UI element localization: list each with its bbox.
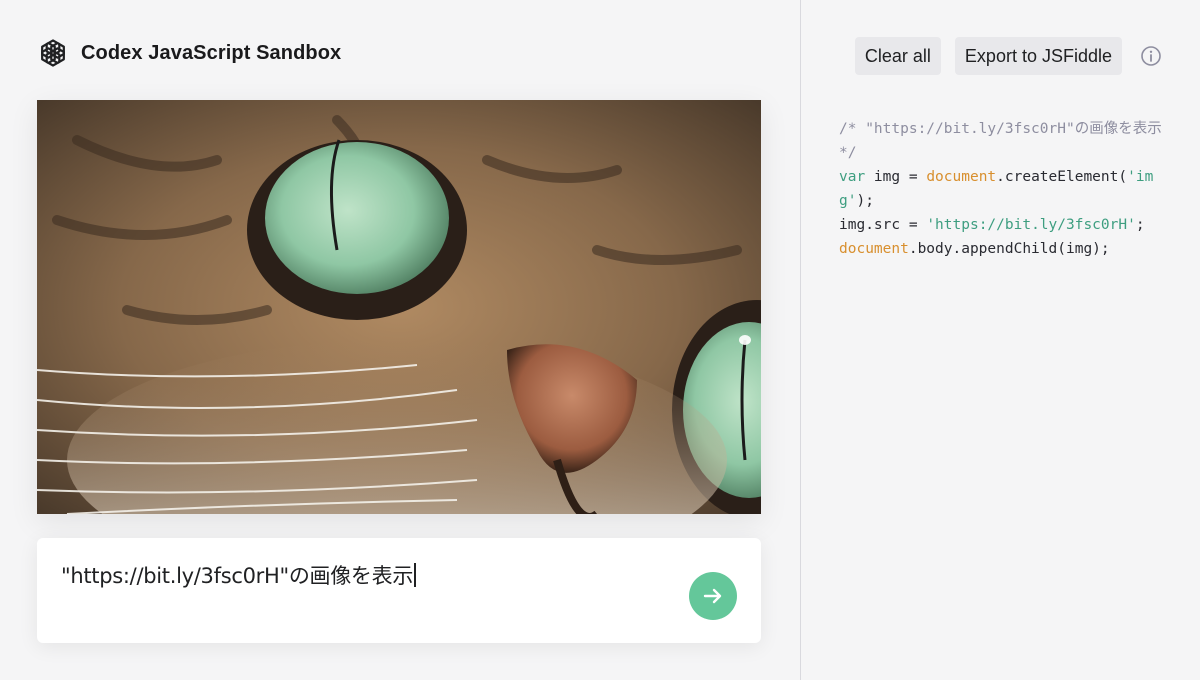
code-token: ; <box>1135 217 1145 233</box>
submit-button[interactable] <box>689 572 737 620</box>
code-token: img.src = <box>839 217 927 233</box>
code-token: .createElement( <box>996 169 1128 185</box>
code-token: img = <box>865 169 927 185</box>
cat-face-closeup-icon <box>37 100 761 514</box>
text-caret <box>414 563 416 587</box>
code-string: 'https://bit.ly/3fsc0rH' <box>926 217 1136 233</box>
openai-logo-icon <box>41 39 65 67</box>
prompt-input-box[interactable]: "https://bit.ly/3fsc0rH"の画像を表示 <box>37 538 761 643</box>
code-token: .body.appendChild(img); <box>908 241 1110 257</box>
export-jsfiddle-button[interactable]: Export to JSFiddle <box>954 37 1122 75</box>
info-icon[interactable] <box>1140 45 1162 67</box>
code-token: ); <box>856 193 874 209</box>
generated-code[interactable]: /* "https://bit.ly/3fsc0rH"の画像を表示 */ var… <box>839 117 1169 261</box>
arrow-right-icon <box>703 588 722 604</box>
output-image <box>37 100 761 514</box>
code-global: document <box>926 169 997 185</box>
prompt-input-value: "https://bit.ly/3fsc0rH"の画像を表示 <box>61 564 414 588</box>
toolbar: Clear all Export to JSFiddle <box>854 37 1162 75</box>
clear-all-button[interactable]: Clear all <box>854 37 941 75</box>
app-header: Codex JavaScript Sandbox <box>37 36 341 70</box>
editor-pane: Codex JavaScript Sandbox "https://bit.ly… <box>0 0 800 680</box>
code-comment: /* "https://bit.ly/3fsc0rH"の画像を表示 */ <box>839 121 1171 161</box>
app-title: Codex JavaScript Sandbox <box>81 41 342 64</box>
code-pane: Clear all Export to JSFiddle /* "https:/… <box>800 0 1200 680</box>
code-keyword: var <box>839 169 866 185</box>
prompt-input[interactable]: "https://bit.ly/3fsc0rH"の画像を表示 <box>61 560 416 590</box>
code-global: document <box>839 241 909 257</box>
